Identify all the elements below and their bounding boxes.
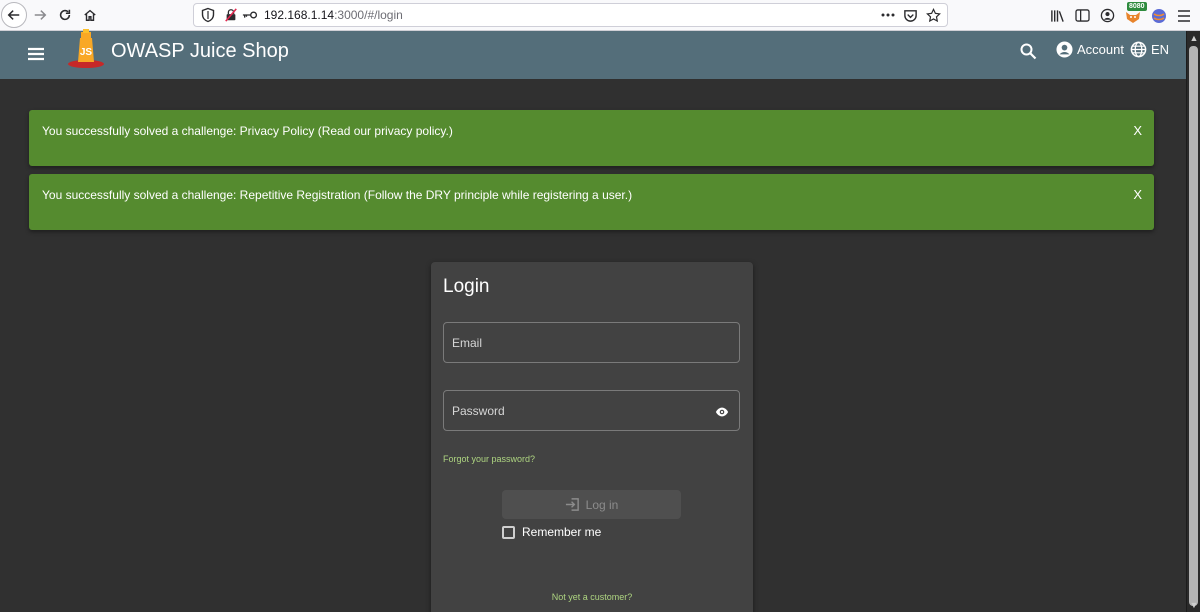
scroll-up-arrow-icon[interactable]: ▲ <box>1189 33 1199 43</box>
password-input[interactable] <box>444 391 739 430</box>
foxyproxy-extension-icon[interactable]: 8080 <box>1124 1 1147 24</box>
more-actions-icon[interactable] <box>881 13 895 17</box>
reload-button[interactable] <box>52 2 78 28</box>
search-icon[interactable] <box>1019 42 1037 60</box>
challenge-solved-notification: You successfully solved a challenge: Rep… <box>29 174 1154 230</box>
remember-me-checkbox[interactable]: Remember me <box>502 525 601 539</box>
arrow-left-icon <box>7 10 20 20</box>
menu-icon[interactable] <box>25 43 47 65</box>
notification-message: You successfully solved a challenge: Rep… <box>42 188 633 202</box>
login-title: Login <box>443 276 490 297</box>
page-scrollbar[interactable]: ▲ ▼ <box>1186 31 1200 612</box>
juice-shop-logo[interactable]: JS <box>66 28 106 70</box>
scroll-thumb[interactable] <box>1189 46 1198 606</box>
app-toolbar: JS OWASP Juice Shop Account EN <box>0 28 1186 79</box>
arrow-right-icon <box>34 10 47 20</box>
sidebar-icon[interactable] <box>1074 8 1090 24</box>
browser-toolbar: 192.168.1.14:3000/#/login 8080 <box>0 0 1200 31</box>
library-icon[interactable] <box>1049 8 1065 24</box>
account-label: Account <box>1077 42 1124 57</box>
back-button[interactable] <box>1 2 27 28</box>
url-host: 192.168.1.14 <box>264 8 335 22</box>
globe-icon <box>1130 41 1147 58</box>
remember-me-label: Remember me <box>522 525 602 539</box>
svg-text:JS: JS <box>80 47 93 58</box>
language-button[interactable]: EN <box>1130 41 1169 58</box>
forward-button[interactable] <box>27 2 53 28</box>
url-bar[interactable]: 192.168.1.14:3000/#/login <box>193 3 948 27</box>
register-link[interactable]: Not yet a customer? <box>431 592 753 602</box>
language-label: EN <box>1151 42 1170 57</box>
notification-message: You successfully solved a challenge: Pri… <box>42 124 453 138</box>
insecure-lock-icon[interactable] <box>224 8 238 22</box>
app-title[interactable]: OWASP Juice Shop <box>111 40 289 63</box>
pocket-icon[interactable] <box>903 8 918 23</box>
email-input[interactable] <box>444 323 739 362</box>
notification-close-button[interactable]: X <box>1133 187 1142 202</box>
home-button[interactable] <box>77 2 103 28</box>
home-icon <box>84 9 96 21</box>
login-button-label: Log in <box>585 497 619 512</box>
login-button[interactable]: Log in <box>502 490 681 519</box>
account-button[interactable]: Account <box>1056 41 1124 58</box>
bookmark-star-icon[interactable] <box>926 7 941 23</box>
extension-badge: 8080 <box>1127 1 1147 11</box>
url-actions <box>881 7 947 23</box>
scroll-down-arrow-icon[interactable]: ▼ <box>1189 600 1199 610</box>
eye-icon[interactable] <box>715 405 729 419</box>
notification-close-button[interactable]: X <box>1133 123 1142 138</box>
wappalyzer-extension-icon[interactable] <box>1151 8 1167 24</box>
url-text: 192.168.1.14:3000/#/login <box>264 8 403 22</box>
reload-icon <box>59 9 71 21</box>
email-field-container <box>443 322 740 363</box>
login-icon <box>565 498 579 511</box>
login-card: Login Forgot your password? Log in Remem… <box>431 262 753 612</box>
challenge-solved-notification: You successfully solved a challenge: Pri… <box>29 110 1154 166</box>
shield-icon[interactable] <box>200 7 216 23</box>
hamburger-menu-icon[interactable] <box>1176 8 1192 24</box>
key-icon[interactable] <box>242 9 258 21</box>
account-circle-icon <box>1056 41 1073 58</box>
account-circle-icon[interactable] <box>1099 8 1115 24</box>
browser-toolbar-right: 8080 <box>1049 0 1200 31</box>
url-path: :3000/#/login <box>334 8 403 22</box>
password-field-container <box>443 390 740 431</box>
forgot-password-link[interactable]: Forgot your password? <box>443 454 535 464</box>
checkbox-box[interactable] <box>502 525 515 539</box>
